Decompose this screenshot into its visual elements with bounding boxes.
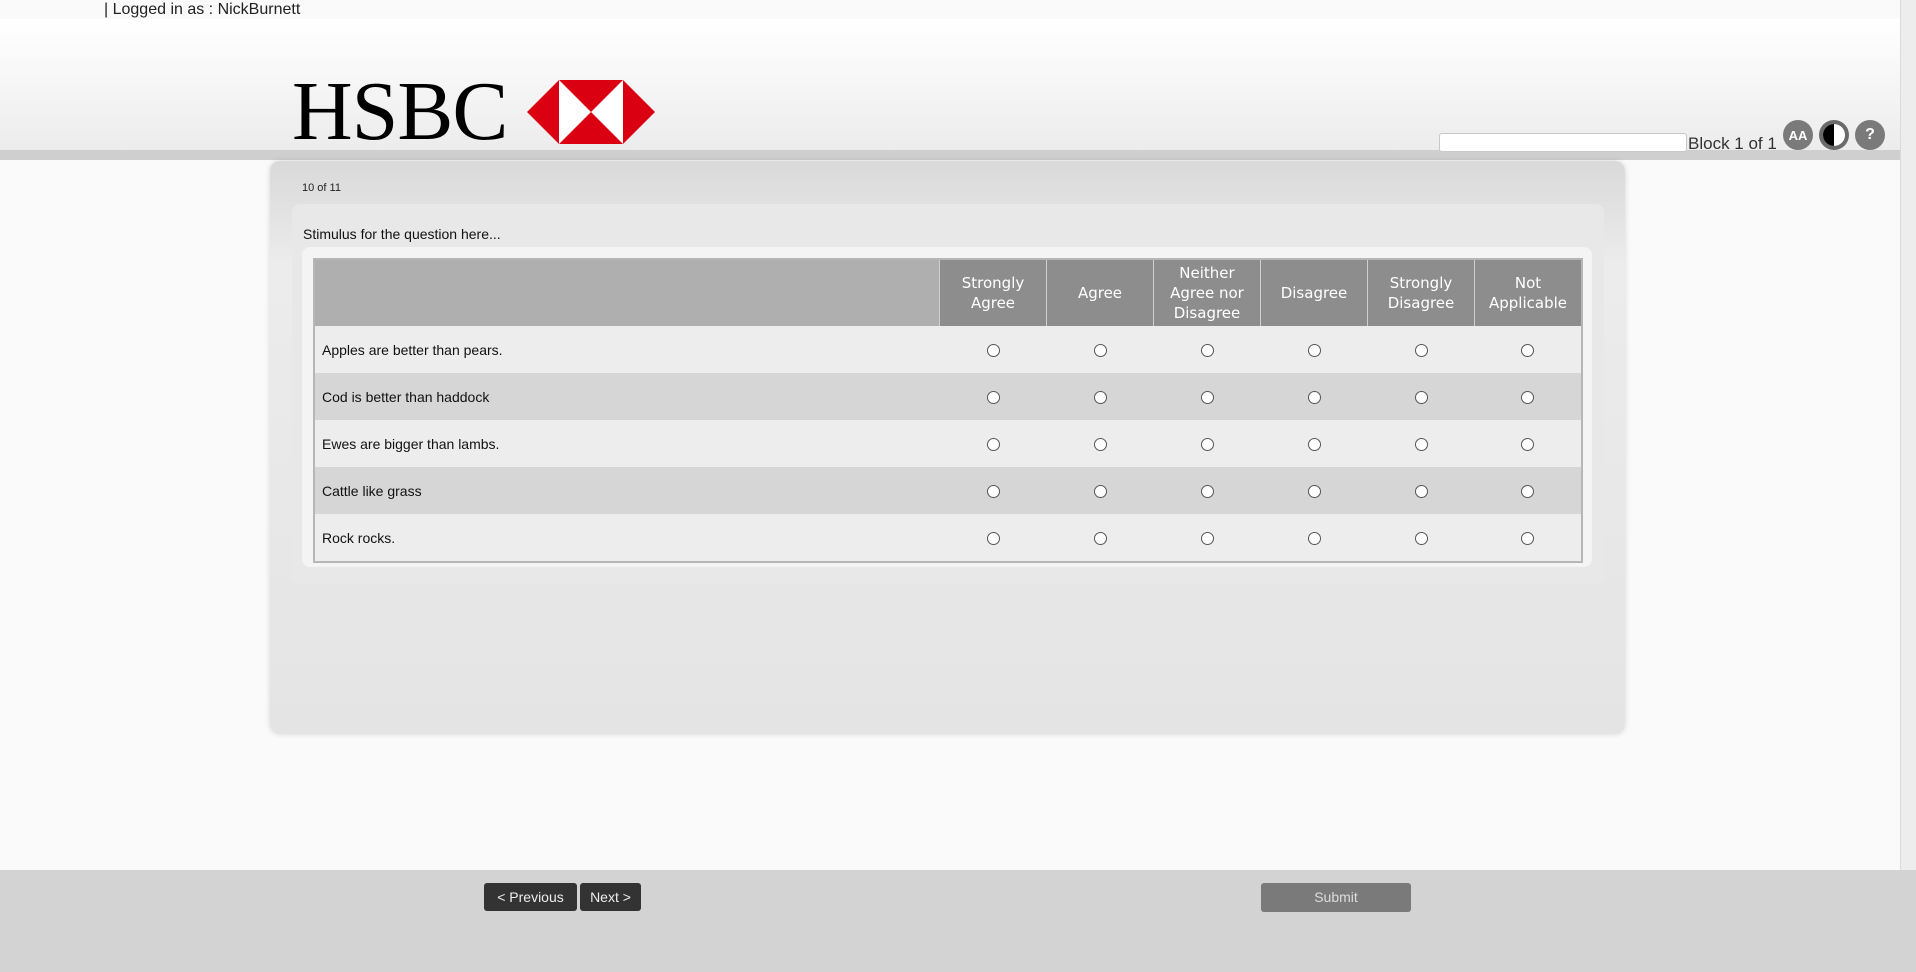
radio-button[interactable] xyxy=(986,532,1000,546)
grid-cell xyxy=(1474,514,1582,562)
radio-button[interactable] xyxy=(1521,438,1535,452)
radio-button[interactable] xyxy=(1200,485,1214,499)
grid-cell xyxy=(1367,326,1475,373)
table-row: Ewes are bigger than lambs. xyxy=(314,420,1582,467)
radio-button[interactable] xyxy=(1200,438,1214,452)
grid-cell xyxy=(1046,420,1154,467)
radio-button[interactable] xyxy=(1414,485,1428,499)
grid-cell xyxy=(1367,514,1475,562)
radio-button[interactable] xyxy=(1307,344,1321,358)
radio-button[interactable] xyxy=(1414,391,1428,405)
table-row: Apples are better than pears. xyxy=(314,326,1582,373)
help-icon: ? xyxy=(1865,126,1875,143)
grid-cell xyxy=(939,373,1047,420)
radio-button[interactable] xyxy=(1414,344,1428,358)
grid-cell xyxy=(939,420,1047,467)
radio-button[interactable] xyxy=(986,391,1000,405)
contrast-icon xyxy=(1823,124,1845,146)
radio-button[interactable] xyxy=(1307,438,1321,452)
radio-button[interactable] xyxy=(1093,532,1107,546)
grid-cell xyxy=(939,326,1047,373)
radio-button[interactable] xyxy=(1414,438,1428,452)
radio-button[interactable] xyxy=(1093,344,1107,358)
login-status: | Logged in as : NickBurnett xyxy=(104,1,301,18)
header xyxy=(0,19,1900,151)
radio-button[interactable] xyxy=(986,438,1000,452)
hexagon-logo-icon xyxy=(527,80,656,144)
radio-button[interactable] xyxy=(1093,485,1107,499)
grid-cell xyxy=(1046,373,1154,420)
radio-button[interactable] xyxy=(1200,532,1214,546)
help-button[interactable]: ? xyxy=(1855,120,1885,150)
footer-bar xyxy=(0,870,1916,972)
table-row: Cod is better than haddock xyxy=(314,373,1582,420)
statement-label: Cattle like grass xyxy=(314,467,940,514)
radio-button[interactable] xyxy=(1521,532,1535,546)
question-stimulus: Stimulus for the question here... xyxy=(303,226,501,242)
radio-button[interactable] xyxy=(1307,532,1321,546)
grid-header-row: Strongly Agree Agree Neither Agree nor D… xyxy=(314,259,1582,326)
statement-label: Cod is better than haddock xyxy=(314,373,940,420)
radio-button[interactable] xyxy=(986,485,1000,499)
block-indicator: Block 1 of 1 xyxy=(1688,134,1777,153)
submit-button[interactable]: Submit xyxy=(1261,883,1411,912)
grid-cell xyxy=(1153,420,1261,467)
radio-button[interactable] xyxy=(1200,391,1214,405)
grid-cell xyxy=(1046,326,1154,373)
grid-cell xyxy=(1260,326,1368,373)
grid-cell xyxy=(1367,467,1475,514)
text-size-icon: AA xyxy=(1788,127,1808,143)
likert-grid: Strongly Agree Agree Neither Agree nor D… xyxy=(313,258,1583,563)
radio-button[interactable] xyxy=(1521,391,1535,405)
grid-cell xyxy=(1260,373,1368,420)
table-row: Rock rocks. xyxy=(314,514,1582,562)
grid-cell xyxy=(1367,420,1475,467)
radio-button[interactable] xyxy=(1307,485,1321,499)
grid-cell xyxy=(1153,514,1261,562)
statement-column-header xyxy=(314,259,940,326)
column-header: Neither Agree nor Disagree xyxy=(1153,259,1261,326)
radio-button[interactable] xyxy=(986,344,1000,358)
radio-button[interactable] xyxy=(1093,438,1107,452)
table-row: Cattle like grass xyxy=(314,467,1582,514)
column-header: Strongly Agree xyxy=(939,259,1047,326)
grid-cell xyxy=(1260,467,1368,514)
grid-cell xyxy=(1474,420,1582,467)
grid-cell xyxy=(1153,373,1261,420)
search-input[interactable] xyxy=(1439,133,1687,152)
radio-button[interactable] xyxy=(1521,344,1535,358)
grid-cell xyxy=(1474,467,1582,514)
column-header: Strongly Disagree xyxy=(1367,259,1475,326)
column-header: Disagree xyxy=(1260,259,1368,326)
statement-label: Apples are better than pears. xyxy=(314,326,940,373)
grid-cell xyxy=(1367,373,1475,420)
radio-button[interactable] xyxy=(1200,344,1214,358)
next-button[interactable]: Next > xyxy=(580,883,641,911)
column-header: Not Applicable xyxy=(1474,259,1582,326)
grid-cell xyxy=(939,467,1047,514)
radio-button[interactable] xyxy=(1093,391,1107,405)
grid-cell xyxy=(939,514,1047,562)
statement-label: Ewes are bigger than lambs. xyxy=(314,420,940,467)
radio-button[interactable] xyxy=(1521,485,1535,499)
grid-cell xyxy=(1260,420,1368,467)
grid-cell xyxy=(1474,326,1582,373)
contrast-button[interactable] xyxy=(1819,120,1849,150)
column-header: Agree xyxy=(1046,259,1154,326)
grid-cell xyxy=(1474,373,1582,420)
page-scrollbar[interactable] xyxy=(1900,0,1916,870)
brand-logo: HSBC xyxy=(292,65,656,158)
logo-wordmark: HSBC xyxy=(292,65,508,158)
radio-button[interactable] xyxy=(1307,391,1321,405)
question-counter: 10 of 11 xyxy=(302,182,341,194)
radio-button[interactable] xyxy=(1414,532,1428,546)
previous-button[interactable]: < Previous xyxy=(484,883,577,911)
grid-cell xyxy=(1046,467,1154,514)
grid-cell xyxy=(1153,467,1261,514)
grid-cell xyxy=(1153,326,1261,373)
grid-cell xyxy=(1260,514,1368,562)
statement-label: Rock rocks. xyxy=(314,514,940,562)
text-size-button[interactable]: AA xyxy=(1783,120,1813,150)
grid-cell xyxy=(1046,514,1154,562)
